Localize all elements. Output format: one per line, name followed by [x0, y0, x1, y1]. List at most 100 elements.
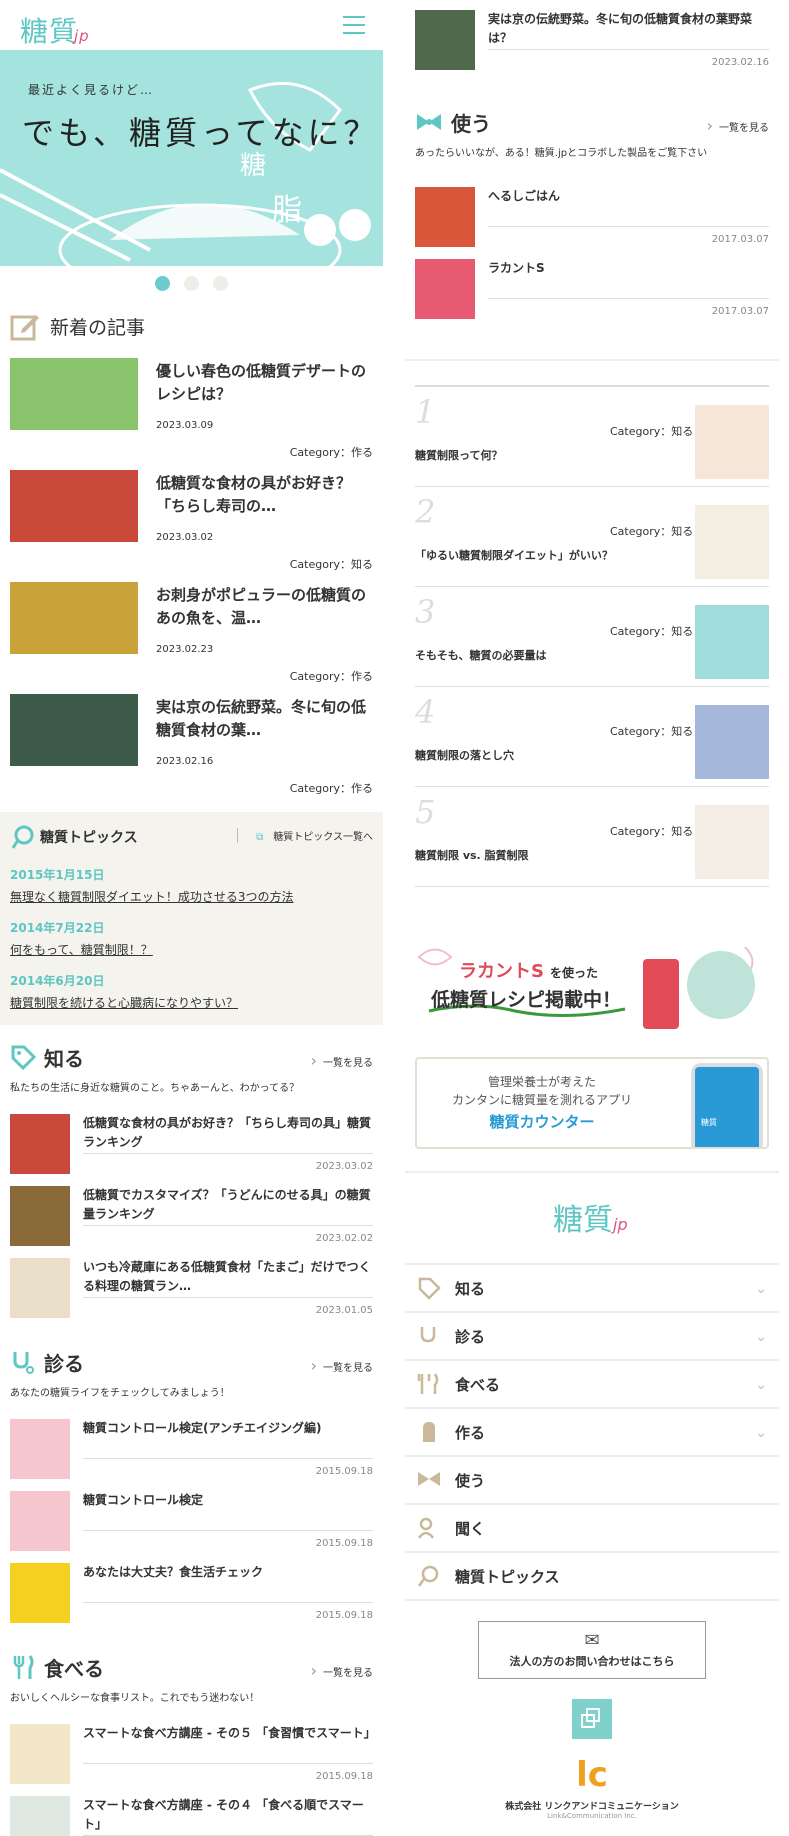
thumbnail — [415, 259, 475, 319]
news-category: Category：作る — [289, 446, 373, 459]
rank-category: Category：知る — [610, 825, 694, 838]
footer-menu-item[interactable]: 糖質トピックス — [405, 1553, 779, 1601]
footer-menu-item[interactable]: 作る ⌄ — [405, 1409, 779, 1457]
topic-date: 2015年1月15日 — [10, 868, 105, 882]
ranking-item[interactable]: 4 Category：知る 糖質制限の落とし穴 — [415, 687, 769, 787]
ranking-item[interactable]: 5 Category：知る 糖質制限 vs. 脂質制限 — [415, 787, 769, 887]
company-logo[interactable]: lc 株式会社 リンクアンドコミュニケーション Link&Communicati… — [405, 1757, 779, 1820]
list-item-title: スマートな食べ方講座 - その４ 「食べる順でスマート」 — [83, 1796, 373, 1836]
tsukau-more-link[interactable]: 一覧を見る — [707, 116, 769, 135]
chevron-down-icon[interactable]: ⌄ — [755, 1281, 767, 1297]
rank-category: Category：知る — [610, 625, 694, 638]
footer-menu-label: 使う — [455, 1471, 486, 1490]
ranking-item[interactable]: 1 Category：知る 糖質制限って何？ — [415, 387, 769, 487]
ranking-item[interactable]: 3 Category：知る そもそも、糖質の必要量は — [415, 587, 769, 687]
thumbnail — [415, 10, 475, 70]
thumbnail — [10, 582, 138, 654]
news-date: 2023.03.09 — [156, 420, 214, 431]
footer-menu-item[interactable]: 食べる ⌄ — [405, 1361, 779, 1409]
footer-menu-label: 聞く — [455, 1519, 486, 1538]
tsukau-section-title: 使う一覧を見る — [405, 102, 779, 142]
lakanto-banner[interactable]: ラカントS を使った 低糖質レシピ掲載中！ — [415, 937, 769, 1035]
topic-link[interactable]: 何をもって、糖質制限！？ — [10, 941, 373, 958]
list-item[interactable]: 実は京の伝統野菜。冬に旬の低糖質食材の葉野菜は？ 2023.02.16 — [415, 10, 769, 82]
rank-number: 2 — [415, 493, 436, 531]
carousel-dot[interactable] — [155, 276, 170, 291]
hero-kanji: 脂 — [272, 193, 302, 228]
footer-menu: 知る ⌄ 診る ⌄ 食べる ⌄ 作る ⌄ 使う 聞く 糖質トピックス — [405, 1265, 779, 1601]
topics-list-link[interactable]: ⧉ 糖質トピックス一覧へ — [237, 828, 373, 843]
news-item[interactable]: 実は京の伝統野菜。冬に旬の低糖質食材の葉… 2023.02.16 Category：… — [10, 694, 373, 806]
hamburger-menu-icon[interactable] — [343, 16, 365, 40]
taberu-list: スマートな食べ方講座 - その５ 「食習慣でスマート」 2015.09.18 スマー… — [0, 1724, 383, 1836]
footer-menu-item[interactable]: 使う — [405, 1457, 779, 1505]
topics-icon — [11, 825, 34, 849]
list-item[interactable]: スマートな食べ方講座 - その４ 「食べる順でスマート」 — [10, 1796, 373, 1836]
miru-more-link[interactable]: 一覧を見る — [311, 1356, 373, 1375]
header: 糖質jp — [0, 0, 383, 50]
thumbnail — [695, 705, 769, 779]
topic-link[interactable]: 無理なく糖質制限ダイエット！成功させる3つの方法 — [10, 888, 373, 905]
banner-headline: 低糖質レシピ掲載中！ — [431, 989, 622, 1011]
app-banner-line1: 管理栄養士が考えた — [487, 1075, 596, 1089]
news-list: 優しい春色の低糖質デザートのレシピは？ 2023.03.09 Category：作る… — [0, 358, 383, 806]
list-item-date: 2023.02.16 — [711, 57, 769, 68]
hero-kanji: 糖 — [240, 151, 267, 181]
list-item[interactable]: へるしごはん 2017.03.07 — [415, 187, 769, 259]
ranking-item[interactable]: 2 Category：知る 「ゆるい糖質制限ダイエット」がいい？ — [415, 487, 769, 587]
list-item[interactable]: 低糖質でカスタマイズ？「うどんにのせる具」の糖質量ランキング 2023.02.02 — [10, 1186, 373, 1258]
thumbnail — [695, 405, 769, 479]
site-logo[interactable]: 糖質jp — [20, 10, 90, 50]
chevron-down-icon[interactable]: ⌄ — [755, 1425, 767, 1441]
hero-banner[interactable]: 最近よく見るけど… でも、糖質ってなに？ 糖 脂 — [0, 50, 383, 266]
news-category: Category：作る — [289, 782, 373, 795]
list-item[interactable]: 低糖質な食材の具がお好き？「ちらし寿司の具」糖質ランキング 2023.03.02 — [10, 1114, 373, 1186]
news-date: 2023.02.23 — [156, 644, 214, 655]
rank-number: 5 — [415, 793, 436, 831]
footer-logo[interactable]: 糖質jp — [405, 1173, 779, 1263]
people-icon — [417, 1517, 435, 1539]
list-item[interactable]: 糖質コントロール検定 2015.09.18 — [10, 1491, 373, 1563]
footer-menu-label: 診る — [455, 1327, 486, 1346]
thumbnail — [10, 1796, 70, 1836]
footer-menu-item[interactable]: 知る ⌄ — [405, 1265, 779, 1313]
list-item-title: 糖質コントロール検定(アンチエイジング編) — [83, 1419, 373, 1459]
news-item[interactable]: 優しい春色の低糖質デザートのレシピは？ 2023.03.09 Category：作る — [10, 358, 373, 470]
news-item[interactable]: 低糖質な食材の具がお好き？「ちらし寿司の… 2023.03.02 Category：… — [10, 470, 373, 582]
taberu-more-link[interactable]: 一覧を見る — [311, 1661, 373, 1680]
list-item-title: 糖質コントロール検定 — [83, 1491, 373, 1531]
list-item[interactable]: あなたは大丈夫？食生活チェック 2015.09.18 — [10, 1563, 373, 1635]
chevron-down-icon[interactable]: ⌄ — [755, 1377, 767, 1393]
shiru-section-title: 知る一覧を見る — [0, 1037, 383, 1077]
news-date: 2023.03.02 — [156, 532, 214, 543]
app-banner[interactable]: 管理栄養士が考えた カンタンに糖質量を測れるアプリ 糖質カウンター 糖質 — [415, 1057, 769, 1149]
carousel-dot[interactable] — [213, 276, 228, 291]
carousel-dot[interactable] — [184, 276, 199, 291]
list-item[interactable]: ラカントS 2017.03.07 — [415, 259, 769, 331]
list-item[interactable]: スマートな食べ方講座 - その５ 「食習慣でスマート」 2015.09.18 — [10, 1724, 376, 1796]
footer-menu-item[interactable]: 聞く — [405, 1505, 779, 1553]
footer-menu-item[interactable]: 診る ⌄ — [405, 1313, 779, 1361]
list-item[interactable]: 糖質コントロール検定(アンチエイジング編) 2015.09.18 — [10, 1419, 373, 1491]
news-item[interactable]: お刺身がポピュラーの低糖質のあの魚を、温… 2023.02.23 Category：… — [10, 582, 373, 694]
news-category: Category：知る — [289, 558, 373, 571]
external-link-icon: ⧉ — [256, 832, 264, 843]
tsukau-list: へるしごはん 2017.03.07 ラカントS 2017.03.07 — [405, 187, 779, 331]
taberu-description: おいしくヘルシーな食事リスト。これでもう迷わない！ — [10, 1693, 260, 1704]
list-item-date: 2015.09.18 — [315, 1538, 373, 1549]
list-item-date: 2015.09.18 — [315, 1466, 373, 1477]
chevron-down-icon[interactable]: ⌄ — [755, 1329, 767, 1345]
rank-category: Category：知る — [610, 425, 694, 438]
shiru-more-link[interactable]: 一覧を見る — [311, 1051, 373, 1070]
footer-menu-label: 糖質トピックス — [455, 1567, 560, 1586]
topic-link[interactable]: 糖質制限を続けると心臓病になりやすい？ — [10, 994, 373, 1011]
page-top-button[interactable] — [572, 1699, 612, 1739]
contact-button[interactable]: ✉ 法人の方のお問い合わせはこちら — [478, 1621, 706, 1679]
news-title: 実は京の伝統野菜。冬に旬の低糖質食材の葉… — [156, 698, 367, 739]
list-item[interactable]: いつも冷蔵庫にある低糖質食材「たまご」だけでつくる料理の糖質ラン… 2023.01… — [10, 1258, 373, 1330]
thumbnail — [10, 358, 138, 430]
thumbnail — [695, 805, 769, 879]
thumbnail — [10, 470, 138, 542]
thumbnail — [10, 1114, 70, 1174]
hero-subtitle: 最近よく見るけど… — [28, 83, 155, 97]
